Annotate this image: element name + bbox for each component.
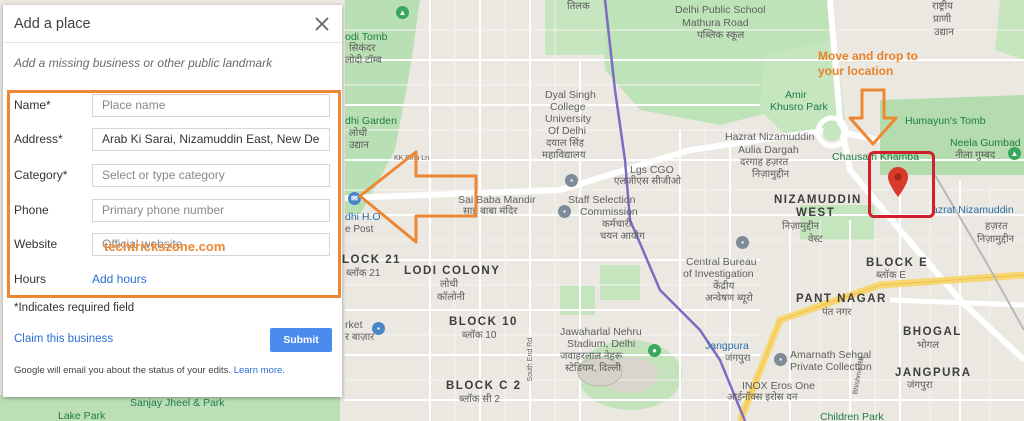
footer-text: Google will email you about the status o… (14, 365, 232, 376)
phone-input[interactable] (92, 198, 330, 222)
required-field-note: *Indicates required field (14, 302, 135, 314)
panel-title: Add a place (14, 15, 91, 32)
left-arrow-icon (358, 150, 478, 244)
close-icon (315, 16, 329, 31)
name-label: Name* (14, 98, 51, 112)
claim-business-link[interactable]: Claim this business (14, 333, 113, 345)
map-pin-icon[interactable] (888, 167, 908, 197)
phone-label: Phone (14, 203, 49, 217)
category-input[interactable] (92, 163, 330, 187)
category-label: Category* (14, 168, 68, 182)
address-input[interactable] (92, 127, 330, 151)
address-row: Address* (14, 127, 334, 151)
hours-label: Hours (14, 272, 47, 286)
category-row: Category* (14, 163, 334, 187)
website-label: Website (14, 237, 58, 251)
name-row: Name* (14, 93, 334, 117)
down-arrow-icon (848, 88, 898, 146)
footer-note: Google will email you about the status o… (14, 365, 285, 376)
panel-subtitle: Add a missing business or other public l… (14, 56, 273, 70)
address-label: Address* (14, 132, 63, 146)
website-row: Website (14, 232, 334, 256)
name-input[interactable] (92, 93, 330, 117)
submit-button[interactable]: Submit (270, 328, 332, 352)
close-button[interactable] (313, 15, 331, 33)
add-place-panel: Add a place Add a missing business or ot… (3, 5, 342, 397)
hours-row: Hours Add hours (14, 267, 334, 291)
website-input[interactable] (92, 232, 330, 256)
add-hours-link[interactable]: Add hours (92, 272, 147, 286)
panel-header: Add a place (3, 5, 342, 43)
phone-row: Phone (14, 198, 334, 222)
learn-more-link[interactable]: Learn more. (234, 365, 285, 376)
